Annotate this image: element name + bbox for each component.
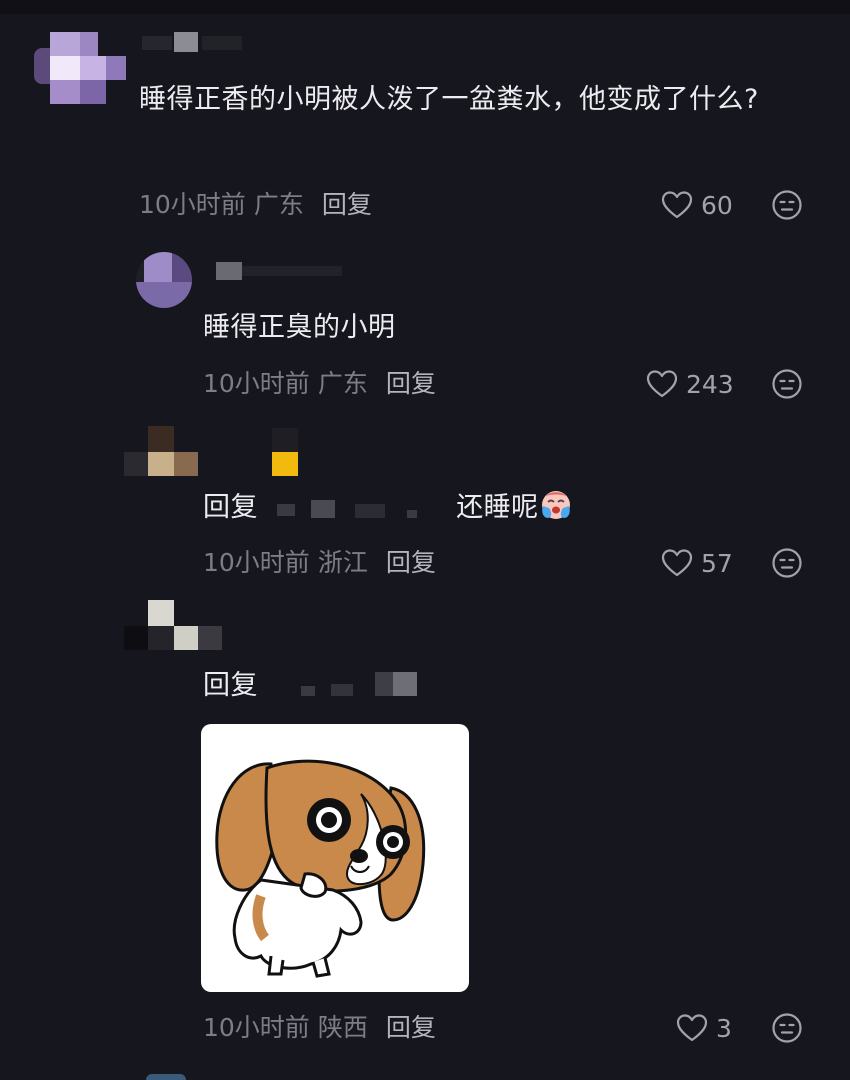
comment-time: 10小时前 xyxy=(203,369,310,398)
comment-time: 10小时前 xyxy=(139,190,246,219)
comment-region: 广东 xyxy=(317,369,368,398)
username[interactable] xyxy=(206,256,356,286)
username[interactable] xyxy=(142,32,272,54)
comment-text: 回复 还睡呢 xyxy=(203,482,763,534)
reply-button[interactable]: 回复 xyxy=(386,548,436,577)
comment-meta: 10小时前 广东 回复 xyxy=(139,185,372,225)
like-count: 57 xyxy=(701,548,733,578)
username[interactable] xyxy=(266,428,306,478)
comment-time: 10小时前 xyxy=(203,1013,310,1042)
comment-meta: 10小时前 陕西 回复 xyxy=(203,1008,436,1048)
reply-prefix: 回复 xyxy=(203,670,258,701)
like-count: 60 xyxy=(701,190,733,220)
dog-sticker[interactable] xyxy=(201,724,469,992)
avatar[interactable] xyxy=(34,28,126,106)
mentioned-username[interactable] xyxy=(267,494,447,524)
like-button[interactable]: 243 xyxy=(646,364,734,404)
like-count: 243 xyxy=(686,369,734,399)
comment-time: 10小时前 xyxy=(203,548,310,577)
comment-text: 睡得正香的小明被人泼了一盆粪水，他变成了什么? xyxy=(139,84,759,115)
crying-face-emoji xyxy=(539,488,573,522)
reply-text: 还睡呢 xyxy=(456,492,539,523)
comment-meta: 10小时前 广东 回复 xyxy=(203,364,436,404)
heart-outline-icon xyxy=(661,190,693,220)
avatar[interactable] xyxy=(136,252,192,308)
reply-button[interactable]: 回复 xyxy=(386,369,436,398)
heart-outline-icon xyxy=(646,369,678,399)
reply-button[interactable]: 回复 xyxy=(386,1013,436,1042)
mentioned-username[interactable] xyxy=(267,671,437,702)
like-button[interactable]: 3 xyxy=(676,1008,732,1048)
heart-outline-icon xyxy=(661,548,693,578)
reply-prefix: 回复 xyxy=(203,492,258,523)
next-comment-avatar xyxy=(146,1074,186,1080)
comment-region: 广东 xyxy=(253,190,304,219)
reply-button[interactable]: 回复 xyxy=(322,190,372,219)
avatar[interactable] xyxy=(124,600,224,652)
comment-meta: 10小时前 浙江 回复 xyxy=(203,543,436,583)
face-more-icon[interactable] xyxy=(771,368,803,400)
like-count: 3 xyxy=(716,1013,732,1043)
comment-region: 陕西 xyxy=(317,1013,368,1042)
heart-outline-icon xyxy=(676,1013,708,1043)
comment-region: 浙江 xyxy=(317,548,368,577)
comment-text: 回复 xyxy=(203,660,763,712)
face-more-icon[interactable] xyxy=(771,1012,803,1044)
like-button[interactable]: 57 xyxy=(661,543,733,583)
face-more-icon[interactable] xyxy=(771,547,803,579)
comment-text: 睡得正臭的小明 xyxy=(203,312,396,343)
avatar[interactable] xyxy=(124,426,200,478)
face-more-icon[interactable] xyxy=(771,189,803,221)
top-bar xyxy=(0,0,850,14)
like-button[interactable]: 60 xyxy=(661,185,733,225)
